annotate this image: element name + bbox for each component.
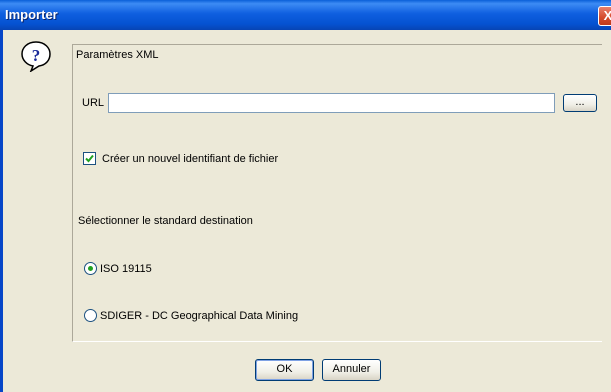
radio-iso19115[interactable] bbox=[84, 262, 97, 275]
ok-button[interactable]: OK bbox=[255, 359, 314, 381]
standard-heading: Sélectionner le standard destination bbox=[78, 215, 253, 227]
svg-text:?: ? bbox=[32, 46, 41, 65]
new-identifier-checkbox[interactable] bbox=[83, 152, 96, 165]
window-title: Importer bbox=[5, 7, 58, 22]
section-heading: Paramètres XML bbox=[76, 49, 159, 61]
close-icon: X bbox=[603, 8, 611, 23]
url-label: URL bbox=[82, 97, 105, 109]
radio-sdiger[interactable] bbox=[84, 309, 97, 322]
radio-selected-dot bbox=[88, 266, 93, 271]
radio-iso19115-label[interactable]: ISO 19115 bbox=[100, 263, 152, 275]
xml-settings-panel bbox=[72, 44, 602, 342]
close-button[interactable]: X bbox=[598, 6, 611, 26]
question-balloon-icon: ? bbox=[21, 41, 51, 72]
cancel-button[interactable]: Annuler bbox=[322, 359, 381, 381]
url-input[interactable] bbox=[108, 93, 555, 113]
browse-button[interactable]: ... bbox=[563, 94, 597, 112]
window-titlebar[interactable]: Importer X bbox=[0, 0, 611, 30]
checkmark-icon bbox=[85, 154, 94, 163]
new-identifier-label[interactable]: Créer un nouvel identifiant de fichier bbox=[102, 153, 278, 165]
radio-sdiger-label[interactable]: SDIGER - DC Geographical Data Mining bbox=[100, 310, 298, 322]
